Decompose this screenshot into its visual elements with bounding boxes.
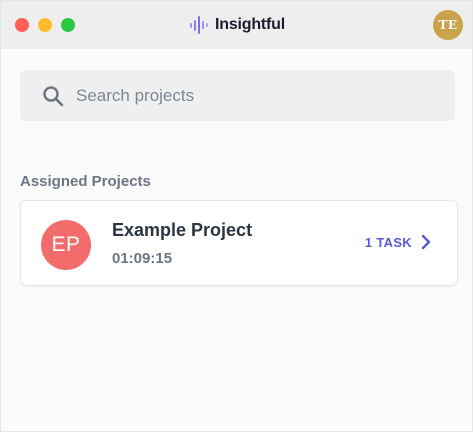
project-time-tracked: 01:09:15 [112, 250, 173, 267]
user-avatar[interactable]: TE [433, 10, 463, 40]
search-bar[interactable] [20, 70, 455, 121]
search-icon [41, 84, 65, 108]
brand-logo: Insightful [189, 14, 285, 36]
search-input[interactable] [76, 85, 416, 106]
project-card[interactable]: EP Example Project 01:09:15 1 TASK [20, 200, 458, 286]
close-window-button[interactable] [15, 18, 29, 32]
project-name: Example Project [112, 220, 253, 240]
chevron-right-icon [421, 234, 431, 250]
app-window: Insightful TE Assigned Projects EP Examp… [0, 0, 473, 432]
maximize-window-button[interactable] [61, 18, 75, 32]
project-avatar: EP [41, 220, 91, 270]
minimize-window-button[interactable] [38, 18, 52, 32]
project-tasks-link[interactable]: 1 TASK [365, 234, 431, 250]
task-count: 1 TASK [364, 234, 412, 250]
brand-name: Insightful [215, 16, 285, 33]
title-bar: Insightful TE [1, 1, 472, 49]
assigned-projects-heading: Assigned Projects [20, 173, 151, 190]
insightful-logo-icon [190, 16, 208, 34]
